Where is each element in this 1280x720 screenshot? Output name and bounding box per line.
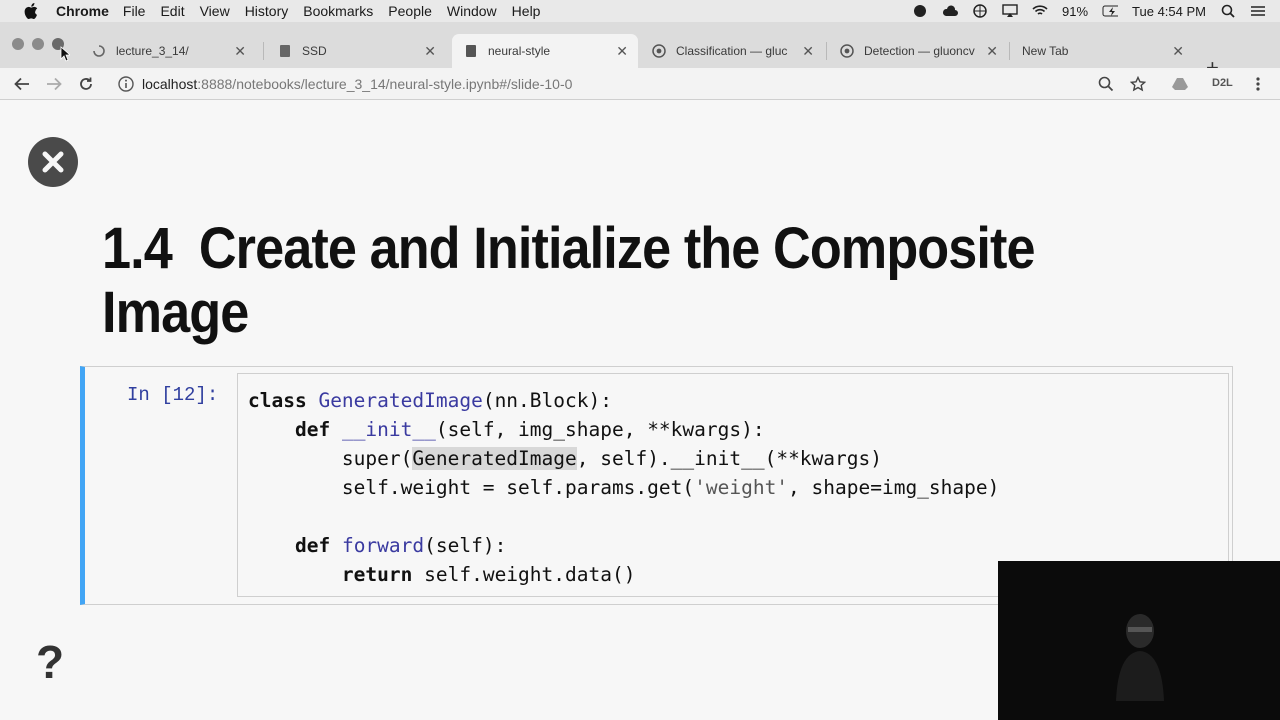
menu-help[interactable]: Help xyxy=(512,3,541,19)
code-line: def forward(self): xyxy=(294,534,507,557)
close-tab-icon[interactable]: ✕ xyxy=(234,43,246,60)
close-tab-icon[interactable]: ✕ xyxy=(1172,43,1184,60)
tab-separator xyxy=(826,42,827,60)
tab-new-tab[interactable]: New Tab ✕ xyxy=(1010,34,1194,68)
menu-history[interactable]: History xyxy=(245,3,289,19)
tab-title: lecture_3_14/ xyxy=(116,44,189,58)
menu-bookmarks[interactable]: Bookmarks xyxy=(303,3,373,19)
tab-separator xyxy=(263,42,264,60)
close-tab-icon[interactable]: ✕ xyxy=(802,43,814,60)
tab-detection[interactable]: Detection — gluoncv ✕ xyxy=(828,34,1008,68)
tab-title: SSD xyxy=(302,44,327,58)
tab-title: New Tab xyxy=(1022,44,1069,58)
notebook-icon xyxy=(464,44,478,58)
window-minimize-button[interactable] xyxy=(32,38,44,50)
wifi-icon[interactable] xyxy=(1032,4,1048,18)
reload-icon[interactable] xyxy=(76,74,96,94)
clock[interactable]: Tue 4:54 PM xyxy=(1132,4,1206,19)
url-path: :8888/notebooks/lecture_3_14/neural-styl… xyxy=(197,76,573,92)
presenter-silhouette xyxy=(1116,614,1164,701)
zoom-icon[interactable] xyxy=(1096,74,1116,94)
menu-window[interactable]: Window xyxy=(447,3,497,19)
close-slideshow-button[interactable] xyxy=(28,137,78,187)
battery-icon[interactable] xyxy=(1102,4,1119,18)
window-close-button[interactable] xyxy=(12,38,24,50)
tab-neural-style[interactable]: neural-style ✕ xyxy=(452,34,638,68)
battery-percent: 91% xyxy=(1062,3,1089,19)
code-line: def __init__(self, img_shape, **kwargs): xyxy=(294,418,765,441)
menu-people[interactable]: People xyxy=(388,3,432,19)
slide-title: 1.4 Create and Initialize the Composite I… xyxy=(102,217,1047,345)
d2l-extension-button[interactable]: D2L xyxy=(1212,77,1233,89)
tab-strip: lecture_3_14/ ✕ SSD ✕ neural-style ✕ Cla… xyxy=(0,22,1280,79)
chrome-icon xyxy=(840,44,854,58)
airplay-icon[interactable] xyxy=(1002,4,1018,18)
chrome-icon xyxy=(652,44,666,58)
url-host: localhost xyxy=(142,76,198,92)
help-button[interactable]: ? xyxy=(36,635,64,689)
close-tab-icon[interactable]: ✕ xyxy=(424,43,436,60)
tab-title: neural-style xyxy=(488,44,551,58)
macos-menubar: Chrome File Edit View History Bookmarks … xyxy=(0,0,1280,22)
more-menu-icon[interactable] xyxy=(1248,74,1268,94)
menu-file[interactable]: File xyxy=(123,3,146,19)
apple-icon[interactable] xyxy=(22,3,40,19)
close-tab-icon[interactable]: ✕ xyxy=(616,43,628,60)
menu-list-icon[interactable] xyxy=(1250,4,1266,18)
back-arrow-icon[interactable] xyxy=(12,74,32,94)
close-tab-icon[interactable]: ✕ xyxy=(986,43,998,60)
bookmark-star-icon[interactable] xyxy=(1128,74,1148,94)
mouse-cursor-icon xyxy=(60,46,72,67)
spotlight-search-icon[interactable] xyxy=(1220,4,1236,18)
code-line: super(GeneratedImage, self).__init__(**k… xyxy=(341,447,882,470)
webcam-overlay xyxy=(998,561,1280,720)
loading-icon xyxy=(92,44,106,58)
menu-view[interactable]: View xyxy=(200,3,230,19)
menu-app-name[interactable]: Chrome xyxy=(56,3,109,19)
code-line: class GeneratedImage(nn.Block): xyxy=(248,389,612,412)
drive-icon[interactable] xyxy=(1170,74,1190,94)
menu-edit[interactable]: Edit xyxy=(160,3,184,19)
forward-arrow-icon[interactable] xyxy=(44,74,64,94)
title-line-1: Create and Initialize the Composite xyxy=(198,216,1036,281)
tab-lecture[interactable]: lecture_3_14/ ✕ xyxy=(80,34,256,68)
tab-title: Detection — gluoncv xyxy=(864,44,975,58)
code-line: self.weight = self.params.get('weight', … xyxy=(341,476,1000,499)
close-icon xyxy=(42,151,64,173)
tab-classification[interactable]: Classification — gluc ✕ xyxy=(640,34,824,68)
info-icon[interactable] xyxy=(118,76,134,92)
globe-icon[interactable] xyxy=(972,4,988,18)
cloud-upload-icon[interactable] xyxy=(942,4,959,18)
section-number: 1.4 xyxy=(102,216,173,281)
tab-title: Classification — gluc xyxy=(676,44,788,58)
cell-prompt: In [12]: xyxy=(127,384,219,406)
title-line-2: Image xyxy=(102,280,249,345)
status-dot-icon[interactable] xyxy=(912,4,928,18)
address-bar[interactable]: localhost :8888/notebooks/lecture_3_14/n… xyxy=(112,71,1160,97)
notebook-icon xyxy=(278,44,292,58)
tab-ssd[interactable]: SSD ✕ xyxy=(266,34,446,68)
browser-toolbar: localhost :8888/notebooks/lecture_3_14/n… xyxy=(0,68,1280,100)
